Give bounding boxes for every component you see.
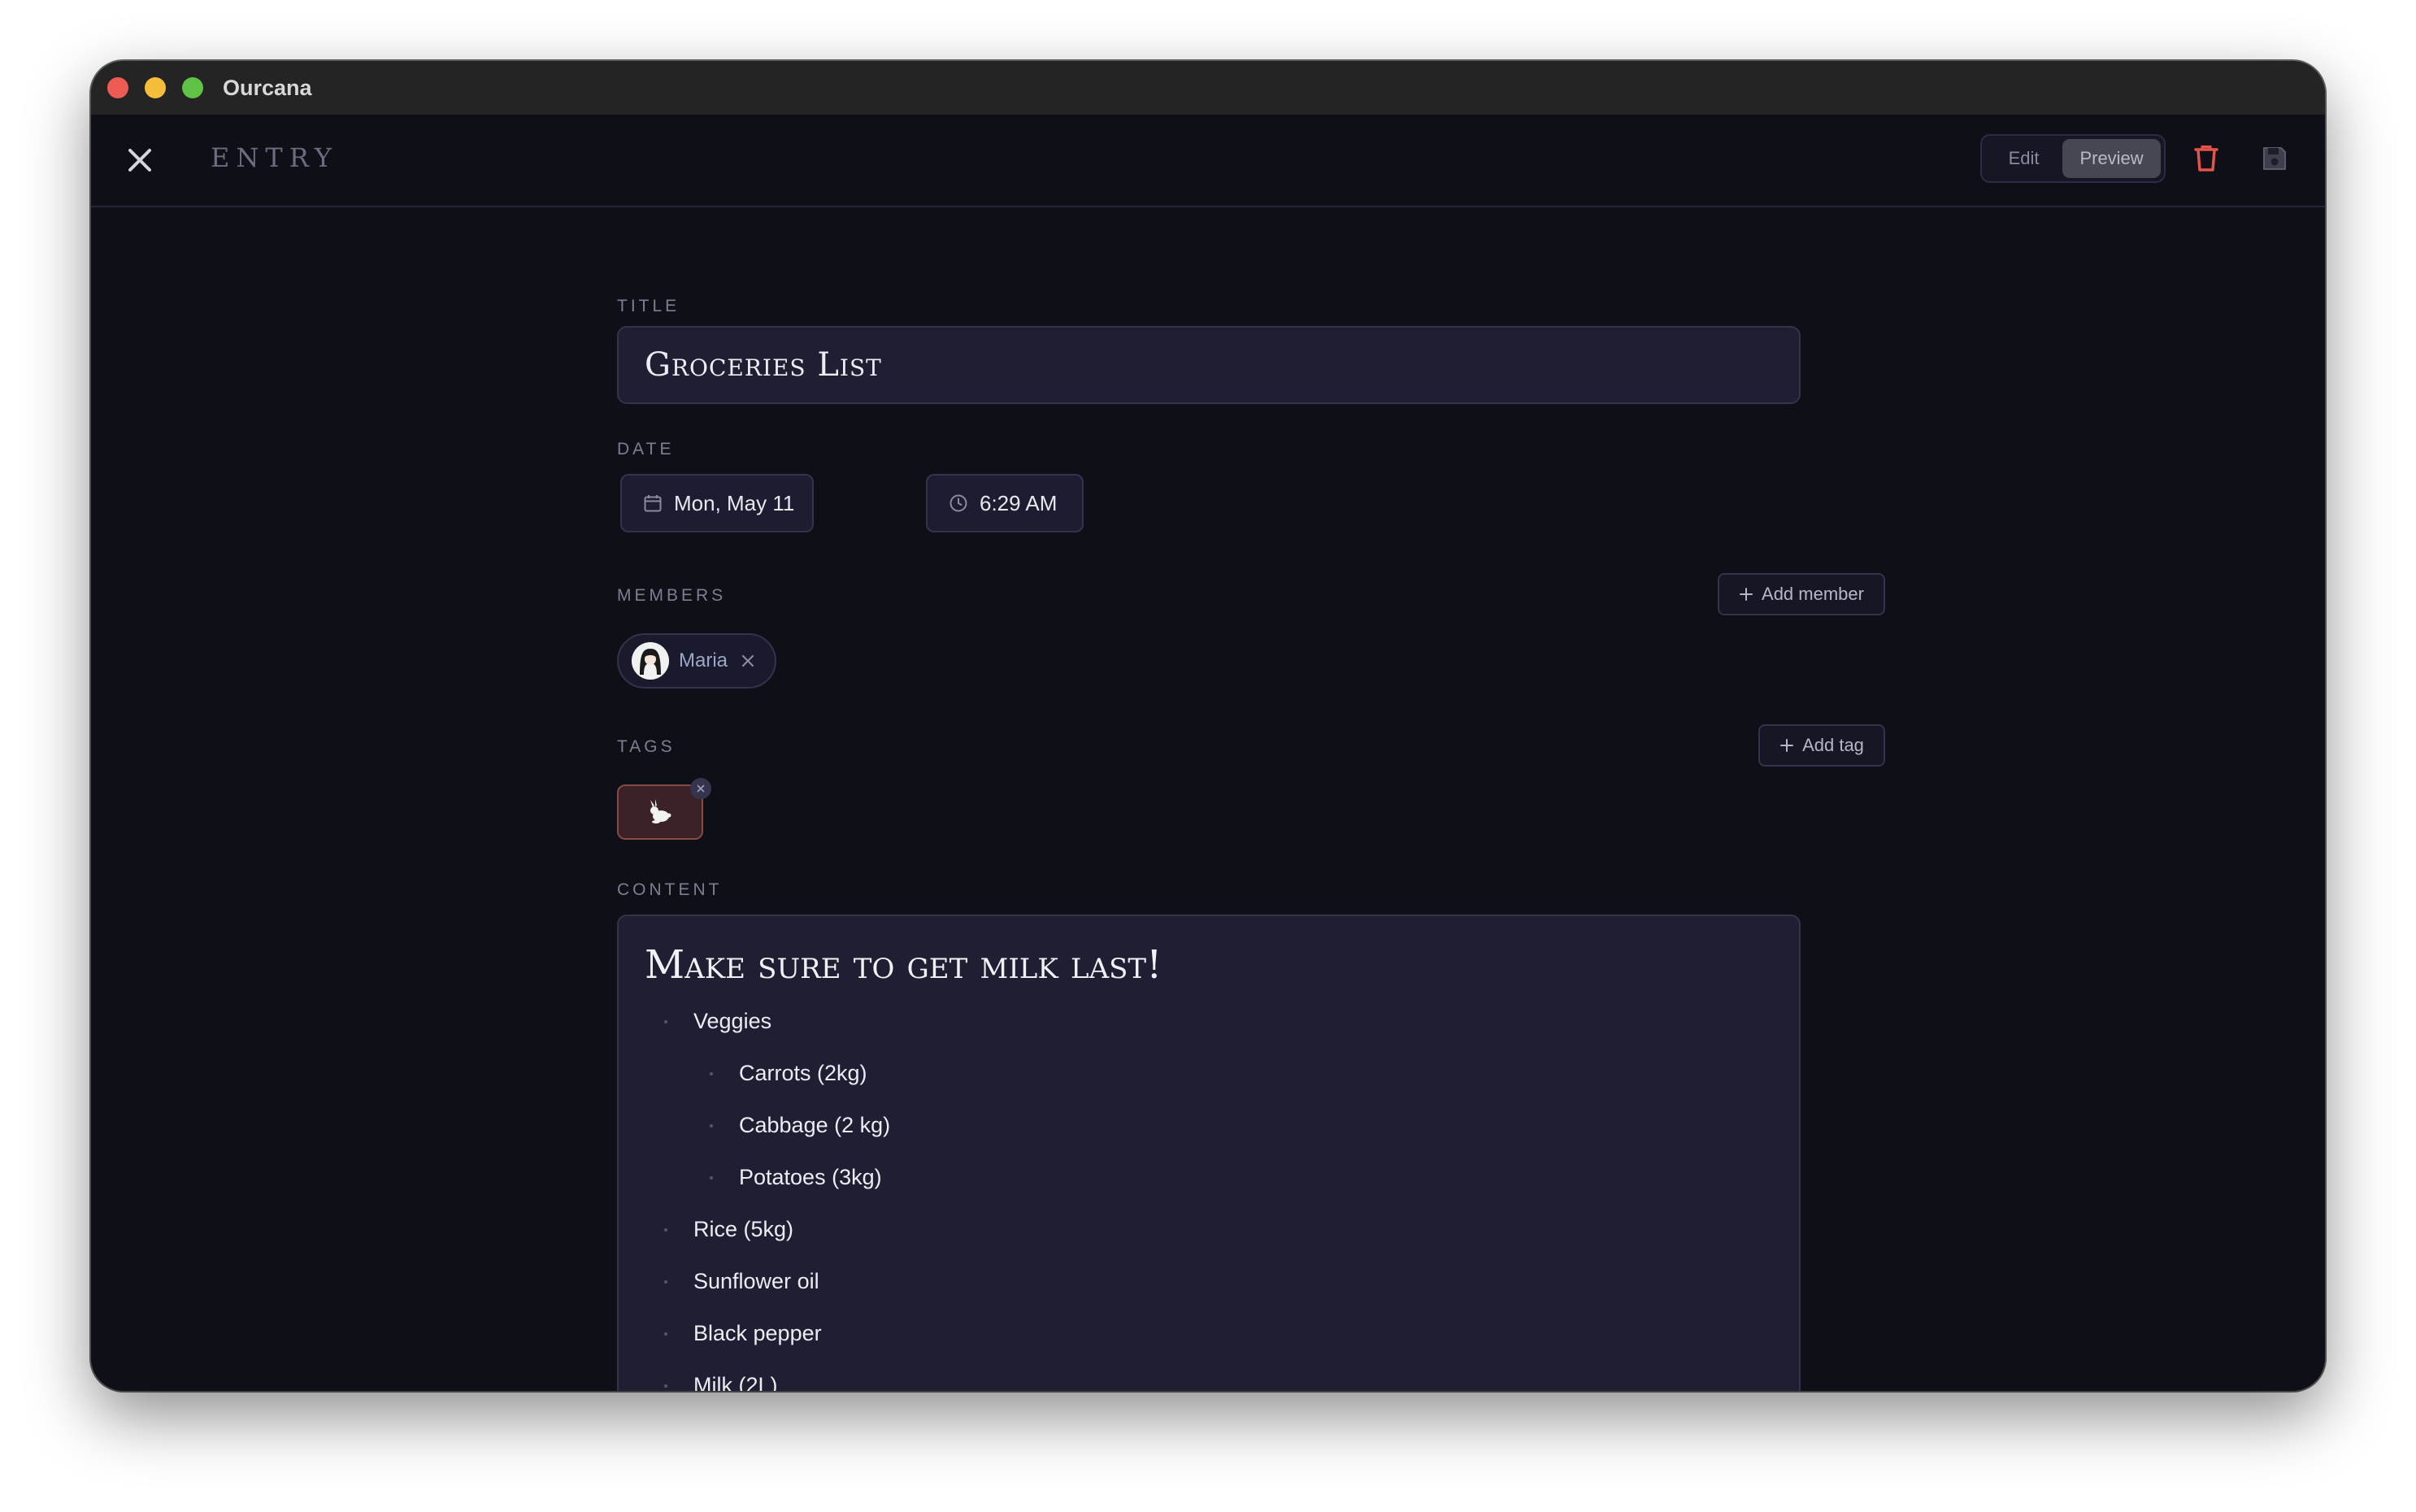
list-item-text: Potatoes (3kg): [739, 1165, 882, 1189]
bullet: [664, 1019, 667, 1023]
list-item: Cabbage (2 kg): [710, 1113, 890, 1138]
bullet: [664, 1227, 667, 1232]
app-window: Ourcana ENTRY Edit Preview TITLE Groceri…: [91, 61, 2325, 1391]
add-tag-label: Add tag: [1802, 735, 1864, 755]
list-item-text: Veggies: [693, 1009, 772, 1033]
list-item: Carrots (2kg): [710, 1061, 867, 1086]
page-title: ENTRY: [211, 142, 338, 173]
avatar: [632, 642, 669, 680]
bullet: [664, 1384, 667, 1388]
content-preview[interactable]: Make sure to get milk last! Veggies Carr…: [617, 915, 1801, 1391]
mode-toggle: Edit Preview: [1980, 134, 2166, 183]
zoom-window-button[interactable]: [182, 77, 203, 98]
list-item: Veggies: [664, 1009, 771, 1034]
bullet: [710, 1071, 713, 1075]
close-icon: [697, 784, 705, 793]
add-member-label: Add member: [1762, 584, 1864, 604]
bullet: [710, 1175, 713, 1180]
list-item-text: Cabbage (2 kg): [739, 1113, 891, 1137]
title-label: TITLE: [617, 297, 680, 315]
remove-tag-button[interactable]: [690, 778, 711, 799]
date-label: DATE: [617, 440, 675, 458]
rabbit-icon: [650, 799, 671, 823]
trash-icon: [2194, 146, 2218, 172]
remove-member-button[interactable]: [741, 654, 755, 668]
plus-icon: [1740, 588, 1753, 601]
content-heading: Make sure to get milk last!: [645, 942, 1162, 988]
list-item: Milk (2L): [664, 1373, 778, 1391]
date-picker-button[interactable]: Mon, May 11: [620, 474, 814, 532]
list-item-text: Rice (5kg): [693, 1217, 794, 1241]
save-button[interactable]: [2255, 139, 2294, 178]
member-name: Maria: [679, 650, 728, 671]
bullet: [664, 1332, 667, 1336]
close-icon: [741, 654, 754, 667]
avatar-icon: [632, 642, 669, 680]
list-item-text: Black pepper: [693, 1321, 822, 1345]
list-item: Black pepper: [664, 1321, 822, 1346]
edit-mode-button[interactable]: Edit: [1985, 139, 2062, 178]
time-value: 6:29 AM: [980, 490, 1058, 515]
time-picker-button[interactable]: 6:29 AM: [926, 474, 1084, 532]
list-item: Sunflower oil: [664, 1269, 819, 1294]
list-item: Rice (5kg): [664, 1217, 793, 1242]
list-item-text: Carrots (2kg): [739, 1061, 867, 1085]
plus-icon: [1780, 739, 1794, 752]
tags-label: TAGS: [617, 737, 676, 756]
window-titlebar: Ourcana: [91, 61, 2325, 115]
bullet: [710, 1123, 713, 1127]
member-chip: Maria: [617, 633, 776, 689]
preview-mode-button[interactable]: Preview: [2062, 139, 2161, 178]
add-member-button[interactable]: Add member: [1718, 573, 1885, 615]
members-label: MEMBERS: [617, 586, 727, 605]
minimize-window-button[interactable]: [145, 77, 166, 98]
close-entry-button[interactable]: [122, 142, 158, 178]
entry-toolbar: ENTRY Edit Preview: [91, 115, 2325, 207]
calendar-icon: [643, 493, 663, 513]
list-item-text: Milk (2L): [693, 1373, 778, 1391]
add-tag-button[interactable]: Add tag: [1758, 724, 1885, 767]
delete-button[interactable]: [2187, 139, 2226, 178]
list-item: Potatoes (3kg): [710, 1165, 882, 1190]
list-item-text: Sunflower oil: [693, 1269, 819, 1293]
close-window-button[interactable]: [107, 77, 128, 98]
save-icon: [2263, 147, 2286, 170]
close-icon: [128, 149, 151, 172]
bullet: [664, 1280, 667, 1284]
title-input[interactable]: Groceries List: [617, 326, 1801, 404]
clock-icon: [949, 493, 968, 513]
window-controls: [107, 77, 203, 98]
content-label: CONTENT: [617, 880, 723, 899]
app-title: Ourcana: [223, 75, 312, 100]
date-value: Mon, May 11: [674, 490, 795, 515]
